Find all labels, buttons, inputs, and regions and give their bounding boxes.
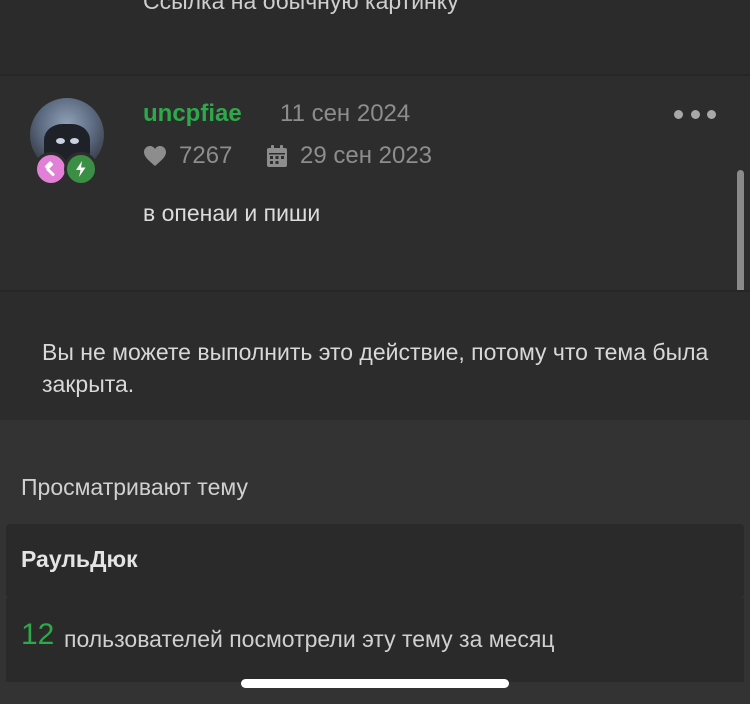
viewers-panel: Просматривают тему РаульДюк 12 пользоват… <box>0 420 750 704</box>
likes-stat: 7267 <box>143 142 232 170</box>
avatar-eye <box>56 138 65 144</box>
previous-post-text: Ссылка на обычную картинку <box>143 0 459 14</box>
post-date[interactable]: 11 сен 2024 <box>280 100 410 128</box>
dot-icon <box>707 109 716 119</box>
monthly-viewers-text: пользователей посмотрели эту тему за мес… <box>64 626 555 652</box>
more-options-button[interactable] <box>674 104 716 124</box>
username[interactable]: uncpfiae <box>143 100 242 128</box>
viewer-list-item: РаульДюк <box>6 524 744 598</box>
post-message: в опенаи и пиши <box>143 200 321 226</box>
locked-notice: Вы не можете выполнить это действие, пот… <box>0 292 750 420</box>
monthly-viewers-count: 12 <box>21 618 55 651</box>
post: uncpfiae 11 сен 2024 7267 29 сен 2023 в … <box>0 76 750 290</box>
locked-notice-text: Вы не можете выполнить это действие, пот… <box>42 339 709 397</box>
viewers-title: Просматривают тему <box>21 474 248 500</box>
registration-date: 29 сен 2023 <box>300 142 433 169</box>
calendar-icon <box>267 145 287 167</box>
lightning-badge-icon[interactable] <box>64 152 98 186</box>
viewer-username[interactable]: РаульДюк <box>21 546 138 573</box>
heart-icon <box>144 146 166 166</box>
avatar-eye <box>70 138 79 144</box>
thread-page: Ссылка на обычную картинку uncpfiae 11 с… <box>0 0 750 704</box>
hammer-badge-icon[interactable] <box>34 152 68 186</box>
dot-icon <box>674 109 683 119</box>
registration-stat: 29 сен 2023 <box>266 142 432 170</box>
likes-count: 7267 <box>179 142 233 169</box>
home-indicator[interactable] <box>241 679 509 688</box>
dot-icon <box>690 109 700 119</box>
monthly-viewers: 12 пользователей посмотрели эту тему за … <box>6 598 744 682</box>
